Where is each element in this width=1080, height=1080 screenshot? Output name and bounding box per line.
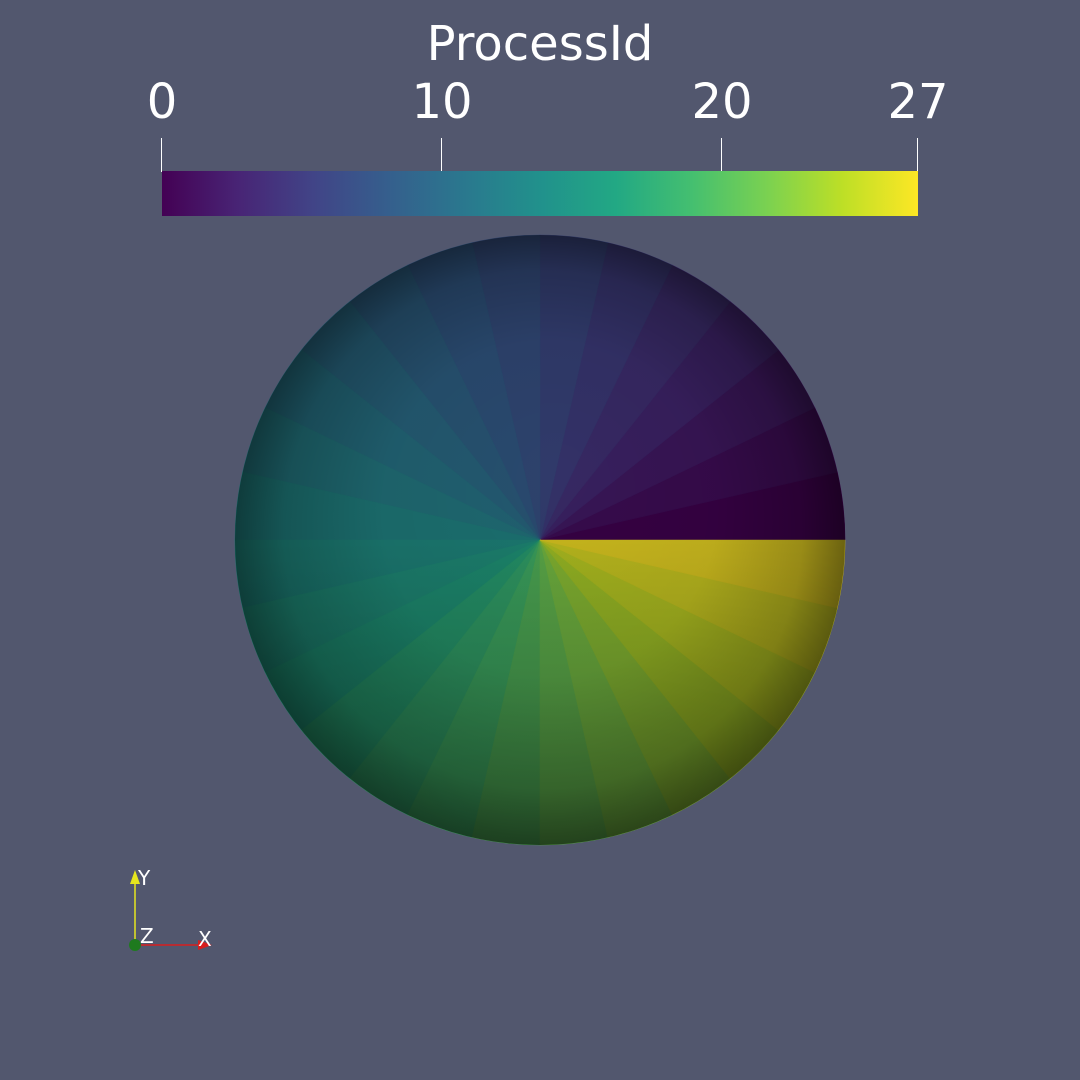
sphere-lower-shading	[235, 235, 845, 845]
x-axis-label: X	[198, 927, 212, 951]
y-axis-label: Y	[138, 866, 151, 890]
orientation-axes	[129, 870, 212, 951]
render-viewport[interactable]: ProcessId 0 10 20 27 Y Z X	[0, 0, 1080, 1080]
z-axis-label: Z	[140, 924, 154, 948]
